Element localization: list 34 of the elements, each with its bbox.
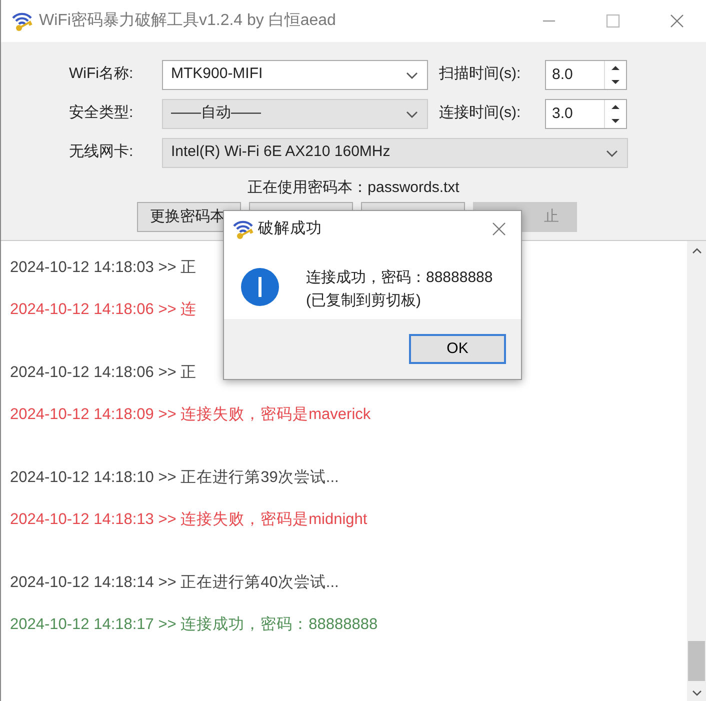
log-line: 2024-10-12 14:18:10 >> 正在进行第39次尝试... bbox=[10, 468, 339, 488]
log-line: 2024-10-12 14:18:17 >> 连接成功，密码：88888888 bbox=[10, 615, 378, 635]
dropdown[interactable]: MTK900-MIFI bbox=[162, 60, 428, 90]
wifi-key-icon bbox=[11, 10, 33, 32]
field-label: 无线网卡: bbox=[69, 142, 134, 162]
dropdown-caret-icon bbox=[405, 108, 419, 118]
field-label: WiFi名称: bbox=[69, 64, 134, 84]
close-icon[interactable] bbox=[670, 14, 684, 28]
field-label: 扫描时间(s): bbox=[439, 64, 522, 84]
info-icon bbox=[240, 267, 280, 307]
field-label: 安全类型: bbox=[69, 103, 134, 124]
scroll-thumb[interactable] bbox=[688, 641, 705, 681]
dropdown-caret-icon bbox=[405, 70, 419, 80]
dialog-message: 连接成功，密码：88888888 bbox=[306, 268, 493, 288]
scroll-up-icon[interactable] bbox=[690, 247, 702, 255]
ok-button[interactable]: OK bbox=[409, 334, 506, 364]
log-line: 2024-10-12 14:18:13 >> 连接失败，密码是midnight bbox=[10, 510, 368, 530]
scroll-down-icon[interactable] bbox=[690, 689, 702, 697]
dialog-title: 破解成功 bbox=[258, 219, 322, 240]
log-line: 2024-10-12 14:18:09 >> 连接失败，密码是maverick bbox=[10, 405, 371, 425]
scrollbar[interactable] bbox=[687, 241, 706, 701]
log-line: 2024-10-12 14:18:06 >> 连 bbox=[10, 300, 197, 320]
dialog-note: (已复制到剪切板) bbox=[306, 290, 422, 310]
password-file-label: 正在使用密码本：passwords.txt bbox=[246, 178, 460, 198]
close-icon[interactable] bbox=[492, 222, 506, 236]
field-label: 连接时间(s): bbox=[439, 103, 522, 124]
log-line: 2024-10-12 14:18:14 >> 正在进行第40次尝试... bbox=[10, 573, 339, 593]
dropdown-caret-icon bbox=[605, 148, 619, 158]
log-line: 2024-10-12 14:18:06 >> 正 bbox=[10, 363, 197, 383]
log-line: 2024-10-12 14:18:03 >> 正 bbox=[10, 258, 197, 278]
spin-box[interactable]: 8.0 bbox=[545, 60, 627, 90]
wifi-key-icon bbox=[232, 218, 254, 240]
window-title: WiFi密码暴力破解工具v1.2.4 by 白恒aead bbox=[39, 10, 336, 31]
spin-box[interactable]: 3.0 bbox=[545, 98, 627, 128]
